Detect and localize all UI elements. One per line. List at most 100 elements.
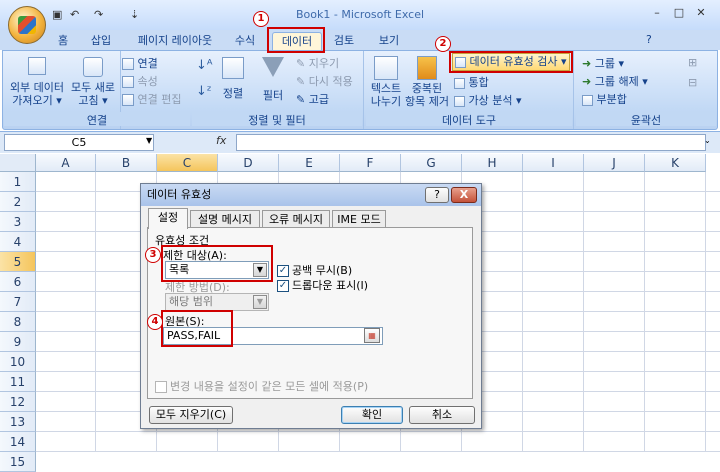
dialog-help-button[interactable]: ?: [425, 187, 449, 203]
tab-page-layout[interactable]: 페이지 레이아웃: [132, 32, 218, 50]
row-header[interactable]: 11: [0, 372, 36, 392]
tab-error-alert[interactable]: 오류 메시지: [262, 210, 330, 228]
filter-button[interactable]: 필터: [258, 57, 288, 103]
row-header[interactable]: 4: [0, 232, 36, 252]
text-to-columns-button[interactable]: 텍스트 나누기: [368, 56, 404, 108]
sort-az-icon[interactable]: ↓ᴬ: [196, 58, 213, 73]
column-header[interactable]: K: [645, 154, 706, 172]
ignore-blank-checkbox[interactable]: ✓ 공백 무시(B): [277, 262, 352, 278]
column-header[interactable]: D: [218, 154, 279, 172]
row-header[interactable]: 8: [0, 312, 36, 332]
properties-button[interactable]: 속성: [122, 73, 158, 89]
subtotal-icon: [582, 94, 593, 106]
clear-label: 지우기: [308, 57, 340, 70]
refresh-all-button[interactable]: 모두 새로 고침 ▾: [70, 57, 116, 107]
row-header[interactable]: 10: [0, 352, 36, 372]
ungroup-label: 그룹 해제 ▾: [594, 75, 648, 88]
tab-settings[interactable]: 설정: [148, 208, 188, 229]
name-box[interactable]: C5: [4, 134, 154, 151]
what-if-label: 가상 분석 ▾: [468, 94, 522, 107]
sort-za-icon[interactable]: ↓ᶻ: [196, 84, 212, 99]
row-header[interactable]: 2: [0, 192, 36, 212]
tab-home[interactable]: 홈: [50, 32, 76, 50]
column-header[interactable]: J: [584, 154, 645, 172]
column-header[interactable]: B: [96, 154, 157, 172]
column-header[interactable]: E: [279, 154, 340, 172]
connections-icon: [122, 58, 134, 70]
highlight-source: [161, 310, 233, 347]
fx-icon[interactable]: fx: [216, 134, 226, 147]
what-if-icon: [454, 95, 465, 107]
apply-all-checkbox[interactable]: 변경 내용을 설정이 같은 모든 셀에 적용(P): [155, 378, 368, 394]
connections-button[interactable]: 연결: [122, 55, 158, 71]
clear-filter-button[interactable]: ✎ 지우기: [296, 55, 339, 71]
group-arrow-icon: ➜: [582, 57, 592, 70]
what-if-button[interactable]: 가상 분석 ▾: [454, 92, 522, 108]
sort-button[interactable]: 정렬: [218, 57, 248, 101]
apply-all-check-icon: [155, 381, 167, 393]
advanced-label: 고급: [308, 93, 329, 106]
column-header[interactable]: F: [340, 154, 401, 172]
dropdown-checkbox[interactable]: ✓ 드롭다운 표시(I): [277, 277, 368, 293]
minimize-icon[interactable]: –: [648, 6, 666, 20]
data-value: 해당 범위: [169, 295, 213, 308]
data-dropdown-icon[interactable]: ▼: [253, 295, 267, 309]
row-header[interactable]: 3: [0, 212, 36, 232]
text-to-columns-icon: [374, 56, 398, 80]
column-header[interactable]: I: [523, 154, 584, 172]
show-detail-icon[interactable]: ⊞: [688, 56, 697, 69]
group-label-data-tools: 데이터 도구: [366, 112, 572, 127]
row-header[interactable]: 6: [0, 272, 36, 292]
formula-input[interactable]: [236, 134, 706, 151]
data-validation-dialog: 데이터 유효성 ? X 설정 설명 메시지 오류 메시지 IME 모드 유효성 …: [140, 183, 482, 429]
group-button[interactable]: ➜ 그룹 ▾: [582, 55, 624, 71]
tab-formulas[interactable]: 수식: [230, 32, 260, 50]
consolidate-button[interactable]: 통합: [454, 74, 489, 90]
range-picker-icon[interactable]: ▦: [364, 328, 380, 343]
ungroup-button[interactable]: ➜ 그룹 해제 ▾: [582, 73, 648, 89]
expand-formula-icon[interactable]: ⌄: [704, 136, 711, 145]
grid-line: [36, 431, 720, 432]
tab-insert[interactable]: 삽입: [86, 32, 116, 50]
clear-all-button[interactable]: 모두 지우기(C): [149, 406, 233, 424]
advanced-filter-button[interactable]: ✎ 고급: [296, 91, 329, 107]
edit-links-button[interactable]: 연결 편집: [122, 91, 181, 107]
tab-view[interactable]: 보기: [374, 32, 404, 50]
tab-review[interactable]: 검토: [330, 32, 358, 50]
row-header[interactable]: 7: [0, 292, 36, 312]
column-header[interactable]: H: [462, 154, 523, 172]
column-header[interactable]: A: [36, 154, 96, 172]
connections-label: 연결: [137, 57, 158, 70]
data-select[interactable]: 해당 범위 ▼: [165, 293, 269, 311]
close-icon[interactable]: ✕: [692, 6, 710, 20]
dialog-close-button[interactable]: X: [451, 187, 477, 203]
row-header[interactable]: 13: [0, 412, 36, 432]
row-header[interactable]: 14: [0, 432, 36, 452]
row-header[interactable]: 1: [0, 172, 36, 192]
remove-duplicates-button[interactable]: 중복된 항목 제거: [404, 56, 450, 108]
ungroup-arrow-icon: ➜: [582, 75, 592, 88]
maximize-icon[interactable]: □: [670, 6, 688, 20]
office-button[interactable]: [8, 6, 46, 44]
cancel-button[interactable]: 취소: [409, 406, 475, 424]
consolidate-icon: [454, 77, 465, 89]
sort-icon: [222, 57, 244, 79]
row-header[interactable]: 9: [0, 332, 36, 352]
row-header[interactable]: 5: [0, 252, 36, 272]
tab-ime-mode[interactable]: IME 모드: [332, 210, 386, 228]
refresh-all-label: 모두 새로 고침 ▾: [71, 81, 115, 107]
column-header[interactable]: G: [401, 154, 462, 172]
edit-links-label: 연결 편집: [137, 93, 182, 106]
name-box-dropdown-icon[interactable]: ▼: [146, 136, 152, 145]
tab-input-message[interactable]: 설명 메시지: [190, 210, 260, 228]
row-header[interactable]: 15: [0, 452, 36, 472]
get-external-data-button[interactable]: 외부 데이터 가져오기 ▾: [8, 57, 66, 107]
column-header[interactable]: C: [157, 154, 218, 172]
ok-button[interactable]: 확인: [341, 406, 403, 424]
help-icon[interactable]: ?: [646, 33, 652, 46]
subtotal-button[interactable]: 부분합: [582, 91, 627, 107]
select-all-corner[interactable]: [0, 154, 36, 172]
row-header[interactable]: 12: [0, 392, 36, 412]
reapply-button[interactable]: ✎ 다시 적용: [296, 73, 353, 89]
hide-detail-icon[interactable]: ⊟: [688, 76, 697, 89]
